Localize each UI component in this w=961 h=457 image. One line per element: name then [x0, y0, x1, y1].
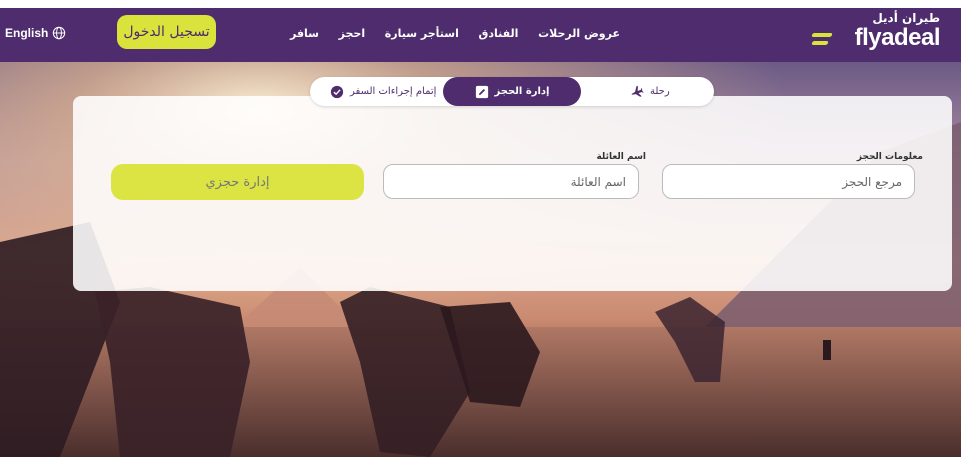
tab-trip-label: رحلة — [650, 86, 670, 97]
manage-my-booking-button[interactable]: إدارة حجزي — [111, 164, 364, 200]
globe-icon — [53, 26, 66, 40]
last-name-input[interactable] — [383, 164, 639, 199]
logo-mark-icon — [811, 33, 833, 49]
language-label[interactable]: English — [5, 26, 48, 40]
tab-trip[interactable]: رحلة — [630, 77, 670, 106]
logo-arabic-text: طيران أديل — [872, 11, 940, 25]
tab-manage-booking[interactable]: إدارة الحجز — [443, 77, 581, 106]
booking-tabs: إتمام إجراءات السفر إدارة الحجز رحلة — [310, 77, 714, 106]
edit-icon — [475, 85, 488, 98]
nav-item-car-rental[interactable]: استأجر سيارة — [385, 27, 459, 40]
brand-logo[interactable]: طيران أديل flyadeal — [810, 11, 941, 55]
logo-english-text: flyadeal — [854, 24, 941, 51]
header-navbar: English تسجيل الدخول سافر احجز استأجر سي… — [0, 8, 961, 62]
booking-reference-input[interactable] — [662, 164, 915, 199]
login-button[interactable]: تسجيل الدخول — [117, 15, 216, 49]
tab-manage-label: إدارة الحجز — [494, 86, 550, 97]
nav-item-book[interactable]: احجز — [339, 27, 365, 40]
tab-checkin-label: إتمام إجراءات السفر — [350, 86, 437, 97]
last-name-label: اسم العائلة — [596, 152, 646, 162]
booking-ref-label: معلومات الحجز — [856, 152, 923, 162]
tab-checkin[interactable]: إتمام إجراءات السفر — [330, 77, 436, 106]
check-circle-icon — [330, 85, 344, 98]
plane-icon — [631, 85, 644, 97]
manage-booking-form: معلومات الحجز اسم العائلة إدارة حجزي — [73, 96, 952, 291]
main-nav: سافر احجز استأجر سيارة الفنادق عروض الرح… — [290, 8, 620, 58]
language-switcher[interactable]: English — [5, 8, 66, 58]
nav-item-hotels[interactable]: الفنادق — [479, 27, 519, 40]
nav-item-offers[interactable]: عروض الرحلات — [538, 27, 620, 40]
top-strip — [0, 0, 961, 8]
nav-item-travel[interactable]: سافر — [290, 27, 319, 40]
